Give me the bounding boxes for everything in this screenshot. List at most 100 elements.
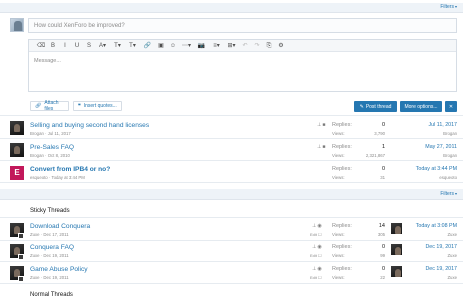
views-label: Views: (332, 253, 345, 258)
image-icon[interactable]: ▣ (155, 40, 167, 52)
thread-row[interactable]: Game Abuse Policy Zuxe · Dec 19, 2011 ⊥◉… (0, 262, 463, 284)
thread-meta: Brogan · Oct 8, 2010 (30, 153, 70, 158)
author-avatar[interactable]: E (10, 166, 24, 180)
replies-count: 14 (378, 223, 385, 229)
strikethrough-icon[interactable]: S (83, 40, 95, 52)
last-poster[interactable]: Zuxe (447, 232, 457, 237)
views-count: 22 (380, 275, 385, 280)
author-link[interactable]: Brogan (30, 131, 44, 136)
redo-icon[interactable]: ↷ (251, 40, 263, 52)
thread-row[interactable]: Download Conquera Zuxe · Dec 17, 2011 ⊥◉… (0, 219, 463, 241)
text-color-icon[interactable]: A▾ (95, 40, 110, 52)
settings-icon[interactable]: ⚙ (275, 40, 287, 52)
thread-title-link[interactable]: Game Abuse Policy (30, 266, 88, 273)
author-link[interactable]: Zuxe (30, 275, 40, 280)
toggle-bbcode-icon[interactable]: ⎘ (263, 40, 275, 52)
author-link[interactable]: esqueoto (30, 175, 48, 180)
attach-files-button[interactable]: 🔗︎ Attach files (30, 100, 69, 112)
insert-icon[interactable]: ⊞▾ (224, 40, 239, 52)
views-label: Views: (332, 275, 345, 280)
italic-icon[interactable]: I (59, 40, 71, 52)
filters-button[interactable]: Filters▾ (440, 4, 457, 10)
select-checkbox[interactable]: ☐ (318, 253, 322, 258)
link-icon[interactable]: 🔗 (140, 40, 155, 52)
bold-icon[interactable]: B (47, 40, 59, 52)
status-icons: ⊥■ (317, 144, 326, 150)
views-label: Views: (332, 131, 345, 136)
author-avatar[interactable] (10, 121, 24, 135)
last-post-date[interactable]: Today at 3:44 PM (416, 166, 457, 172)
eraser-icon[interactable]: ⌫ (35, 40, 47, 52)
insert-quotes-button[interactable]: ❝ Insert quotes... (73, 101, 122, 111)
last-poster-avatar[interactable] (391, 223, 402, 234)
last-post-date[interactable]: Jul 11, 2017 (429, 122, 457, 128)
author-link[interactable]: Brogan (30, 153, 44, 158)
views-label: Views: (332, 175, 345, 180)
thread-title-link[interactable]: Pre-Sales FAQ (30, 144, 74, 151)
thread-title-link[interactable]: Convert from IPB4 or no? (30, 166, 110, 173)
pencil-icon: ✎ (359, 103, 364, 110)
watch-icon: ◉ (317, 223, 323, 229)
last-poster[interactable]: Brogan (443, 131, 457, 136)
font-family-icon[interactable]: T▾ (125, 40, 140, 52)
lock-icon: ■ (322, 144, 327, 150)
edit-link[interactable]: Edit ☐ (310, 275, 322, 280)
author-avatar[interactable] (10, 143, 24, 157)
media-icon[interactable]: 📷 (194, 40, 209, 52)
message-textarea[interactable]: Message... (29, 52, 456, 70)
thread-row[interactable]: Selling and buying second hand licenses … (0, 117, 463, 139)
post-thread-button[interactable]: ✎ Post thread (354, 101, 397, 112)
replies-count: 1 (381, 144, 385, 150)
last-post-date[interactable]: May 27, 2011 (425, 144, 457, 150)
last-poster[interactable]: Brogan (443, 153, 457, 158)
filter-bar-mid: Filters▾ (0, 189, 463, 200)
message-editor[interactable]: ⌫ B I U S A▾ T▾ T▾ 🔗 ▣ ☺ ⋯▾ 📷 ≡▾ ⊞▾ ↶ ↷ ⎘ ⚙ Message... (28, 39, 457, 92)
more-insert-icon[interactable]: ⋯▾ (179, 40, 194, 52)
thread-row[interactable]: E Convert from IPB4 or no? esqueoto · To… (0, 161, 463, 183)
last-poster-mini-avatar (18, 254, 24, 260)
divider (0, 217, 463, 218)
lock-icon: ■ (322, 122, 327, 128)
replies-label: Replies: (332, 122, 352, 128)
thread-row[interactable]: Pre-Sales FAQ Brogan · Oct 8, 2010 ⊥■ Re… (0, 139, 463, 161)
smilie-icon[interactable]: ☺ (167, 40, 179, 52)
edit-link[interactable]: Edit ☐ (310, 232, 322, 237)
undo-icon[interactable]: ↶ (239, 40, 251, 52)
replies-count: 0 (381, 244, 385, 250)
select-checkbox[interactable]: ☐ (318, 232, 322, 237)
underline-icon[interactable]: U (71, 40, 83, 52)
select-checkbox[interactable]: ☐ (318, 275, 322, 280)
user-avatar (10, 18, 24, 32)
watch-icon: ◉ (317, 244, 323, 250)
thread-date: Today at 3:44 PM (51, 175, 85, 180)
last-poster[interactable]: Zuxe (447, 275, 457, 280)
edit-link[interactable]: Edit ☐ (310, 253, 322, 258)
status-icons: ⊥■ (317, 122, 326, 128)
filters-button[interactable]: Filters▾ (440, 191, 457, 197)
last-poster-avatar[interactable] (391, 244, 402, 255)
last-post-date[interactable]: Dec 19, 2017 (425, 266, 457, 272)
status-icons: ⊥◉ (312, 266, 323, 272)
last-post-date[interactable]: Dec 19, 2017 (425, 244, 457, 250)
more-options-button[interactable]: More options... (400, 101, 442, 112)
replies-label: Replies: (332, 244, 352, 250)
thread-title-link[interactable]: Selling and buying second hand licenses (30, 122, 149, 129)
font-size-icon[interactable]: T▾ (110, 40, 125, 52)
last-poster[interactable]: Zuxe (447, 253, 457, 258)
author-link[interactable]: Zuxe (30, 232, 40, 237)
last-poster-avatar[interactable] (391, 266, 402, 277)
forum-page: Filters▾ How could XenForo be improved? … (0, 0, 463, 300)
thread-meta: esqueoto · Today at 3:44 PM (30, 175, 85, 180)
last-poster-mini-avatar (18, 276, 24, 282)
thread-row[interactable]: Conquera FAQ Zuxe · Dec 19, 2011 ⊥◉ Edit… (0, 240, 463, 262)
thread-title-input[interactable]: How could XenForo be improved? (28, 18, 457, 33)
thread-date: Dec 17, 2011 (43, 232, 69, 237)
thread-title-link[interactable]: Conquera FAQ (30, 244, 74, 251)
align-icon[interactable]: ≡▾ (209, 40, 224, 52)
quote-icon: ❝ (78, 103, 81, 109)
author-link[interactable]: Zuxe (30, 253, 40, 258)
thread-title-link[interactable]: Download Conquera (30, 223, 90, 230)
close-button[interactable]: ✕ (445, 101, 457, 112)
last-post-date[interactable]: Today at 3:08 PM (416, 223, 457, 229)
last-poster[interactable]: esqueoto (439, 175, 457, 180)
